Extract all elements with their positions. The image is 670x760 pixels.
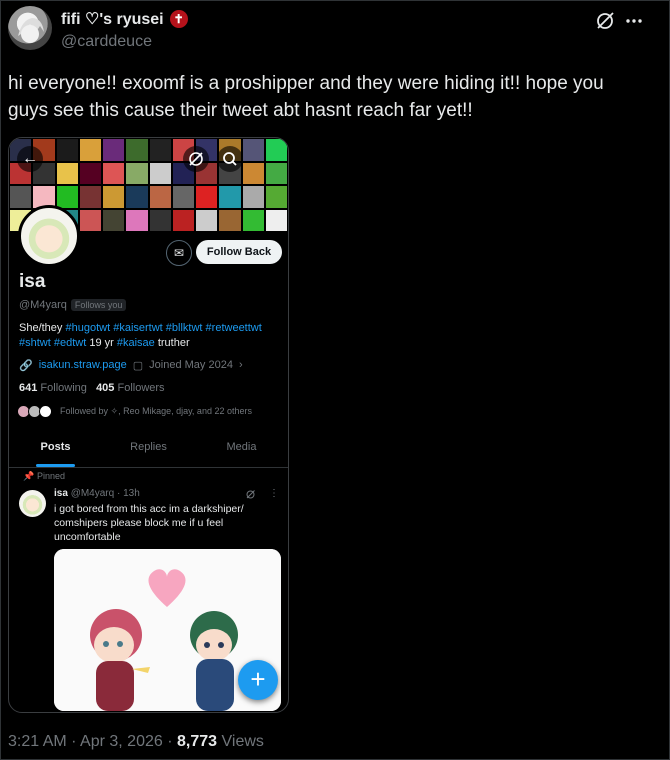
- footer-separator: ·: [167, 733, 173, 750]
- footer-separator: ·: [71, 733, 77, 750]
- calendar-icon: ▢: [132, 360, 144, 372]
- profile-name: isa: [19, 271, 46, 292]
- post-header: isa @M4yarq · 13h: [54, 488, 140, 499]
- profile-avatar[interactable]: [18, 205, 80, 267]
- compose-button[interactable]: +: [238, 660, 278, 700]
- more-options-icon[interactable]: [623, 10, 645, 32]
- post-author-name[interactable]: isa: [54, 488, 68, 499]
- bio-text: 19 yr: [86, 337, 117, 349]
- search-icon[interactable]: [217, 146, 243, 172]
- cross-icon: ✝: [169, 10, 188, 28]
- post-separator: ·: [116, 488, 121, 499]
- views-label: Views: [221, 733, 264, 750]
- chevron-right-icon[interactable]: ›: [239, 359, 243, 372]
- tweet-footer: 3:21 AM · Apr 3, 2026 · 8,773 Views: [8, 733, 264, 751]
- hashtag-link[interactable]: #shtwt: [19, 337, 51, 349]
- author-avatar[interactable]: [8, 6, 52, 50]
- profile-handle-text: @M4yarq: [19, 299, 67, 311]
- post-text: i got bored from this acc im a darkshipe…: [54, 503, 244, 543]
- back-arrow-icon[interactable]: ←: [17, 146, 43, 172]
- followers-count[interactable]: 405: [96, 382, 114, 394]
- hashtag-link[interactable]: #kaisertwt: [113, 322, 163, 334]
- views-count: 8,773: [177, 733, 218, 750]
- grok-icon[interactable]: [594, 10, 616, 32]
- followed-by[interactable]: Followed by ✧, Reo Mikage, djay, and 22 …: [17, 405, 252, 418]
- post-avatar[interactable]: [19, 490, 46, 517]
- hashtag-link[interactable]: #retweettwt: [206, 322, 262, 334]
- post-time[interactable]: 13h: [123, 488, 140, 499]
- author-handle[interactable]: @carddeuce: [61, 33, 152, 51]
- hashtag-link[interactable]: #kaisae: [117, 337, 155, 349]
- profile-handle: @M4yarq Follows you: [19, 299, 127, 311]
- embedded-screenshot[interactable]: ← ✉ Follow Back isa @M4yarq Follows you S…: [8, 137, 289, 713]
- profile-tabs: Posts Replies Media: [9, 431, 288, 468]
- link-icon: 🔗: [19, 360, 33, 372]
- hashtag-link[interactable]: #bllktwt: [166, 322, 203, 334]
- follow-back-button[interactable]: Follow Back: [196, 240, 282, 264]
- pinned-label: Pinned: [37, 471, 66, 481]
- pin-icon: 📌: [23, 471, 35, 481]
- tweet-date[interactable]: Apr 3, 2026: [80, 733, 163, 750]
- follow-counts: 641 Following 405 Followers: [19, 382, 165, 394]
- grok-icon[interactable]: [245, 489, 256, 503]
- tab-replies[interactable]: Replies: [102, 431, 195, 467]
- hashtag-link[interactable]: #hugotwt: [65, 322, 110, 334]
- hashtag-link[interactable]: #edtwt: [54, 337, 86, 349]
- bio-text: truther: [154, 337, 190, 349]
- profile-link[interactable]: isakun.straw.page: [39, 359, 127, 372]
- profile-meta: 🔗 isakun.straw.page ▢ Joined May 2024 ›: [19, 359, 243, 372]
- tweet-time[interactable]: 3:21 AM: [8, 733, 67, 750]
- author-display-name[interactable]: fifi ♡'s ryusei ✝: [61, 9, 188, 29]
- follower-avatar: [39, 405, 52, 418]
- followed-by-text: Followed by ✧, Reo Mikage, djay, and 22 …: [60, 406, 252, 416]
- bio-text: She/they: [19, 322, 66, 334]
- follows-you-badge: Follows you: [70, 299, 127, 311]
- tab-media[interactable]: Media: [195, 431, 288, 467]
- following-count[interactable]: 641: [19, 382, 37, 394]
- tweet-text: hi everyone!! exoomf is a proshipper and…: [8, 73, 604, 121]
- profile-bio: She/they #hugotwt #kaisertwt #bllktwt #r…: [19, 321, 281, 351]
- message-icon[interactable]: ✉: [166, 240, 192, 266]
- post-author-handle[interactable]: @M4yarq: [71, 488, 115, 499]
- following-label[interactable]: Following: [40, 382, 86, 394]
- grok-icon[interactable]: [183, 146, 209, 172]
- more-vertical-icon[interactable]: ⋮: [269, 488, 279, 499]
- followers-label[interactable]: Followers: [117, 382, 164, 394]
- tab-posts[interactable]: Posts: [9, 431, 102, 467]
- author-name-text: fifi ♡'s ryusei: [61, 11, 164, 28]
- joined-date: Joined May 2024: [149, 359, 233, 371]
